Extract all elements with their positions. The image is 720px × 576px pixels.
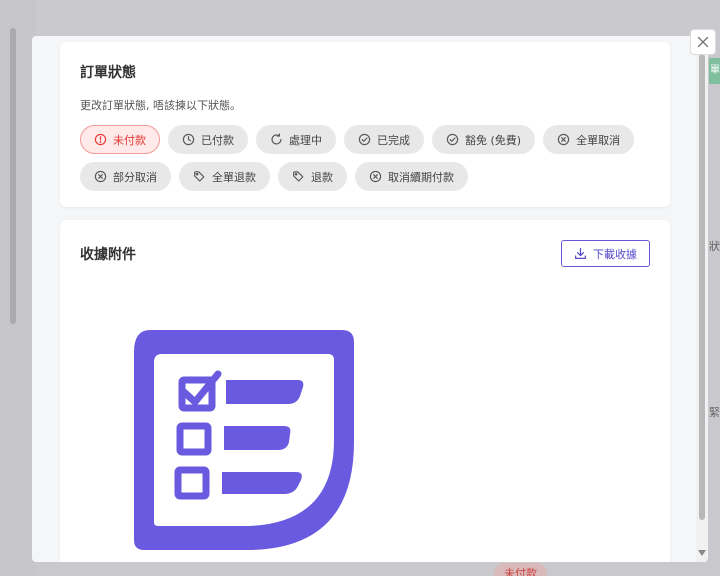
scroll-down-arrow-icon[interactable] (698, 550, 706, 556)
close-icon (697, 36, 709, 48)
background-header (36, 0, 720, 36)
background-sidebar (0, 0, 36, 576)
status-option[interactable]: 未付款 (80, 125, 160, 154)
x-circle-icon (557, 133, 570, 146)
close-modal-button[interactable] (690, 29, 716, 55)
receipt-title: 收據附件 (80, 246, 136, 263)
status-option-label: 處理中 (289, 133, 322, 147)
status-option[interactable]: 已完成 (344, 125, 424, 154)
background-text-fragment: 緊 (709, 406, 720, 419)
status-option-label: 退款 (311, 170, 333, 184)
background-scrollbar (10, 28, 16, 324)
refresh-icon (271, 133, 282, 145)
status-option-label: 已完成 (377, 133, 410, 147)
status-options: 未付款 已付款 處理中 已完成 豁免 (免費) 全單取消部分取消 全單退款 退款 取消續期付款 (80, 125, 640, 191)
clock-icon (182, 133, 195, 146)
status-option-label: 豁免 (免費) (465, 133, 522, 147)
alert-circle-icon (94, 133, 107, 146)
status-option[interactable]: 全單退款 (179, 162, 270, 191)
background-text-fragment: 狀 (709, 240, 720, 253)
status-option[interactable]: 退款 (278, 162, 347, 191)
status-option-label: 部分取消 (113, 170, 157, 184)
status-option[interactable]: 部分取消 (80, 162, 171, 191)
order-status-modal: 訂單狀態 更改訂單狀態, 唔該揀以下狀態。 未付款 已付款 處理中 已完成 豁免 (免費… (32, 36, 708, 562)
order-status-description: 更改訂單狀態, 唔該揀以下狀態。 (80, 99, 241, 112)
check-circle-icon (446, 133, 459, 146)
checklist-icon (134, 330, 354, 550)
check-circle-icon (358, 133, 371, 146)
order-status-card: 訂單狀態 更改訂單狀態, 唔該揀以下狀態。 未付款 已付款 處理中 已完成 豁免 (免費… (60, 42, 670, 207)
x-circle-icon (94, 170, 107, 183)
status-option[interactable]: 全單取消 (543, 125, 635, 154)
background-status-badge: 未付款 (494, 563, 547, 576)
receipt-header: 收據附件 下載收據 (80, 240, 650, 267)
status-option-label: 未付款 (113, 133, 146, 147)
modal-scrollbar[interactable] (696, 36, 708, 562)
status-option[interactable]: 取消續期付款 (355, 162, 468, 191)
tag-icon (194, 171, 205, 182)
download-icon (575, 248, 586, 259)
status-option-label: 已付款 (201, 133, 234, 147)
status-option[interactable]: 豁免 (免費) (432, 125, 536, 154)
modal-scroll-thumb[interactable] (699, 54, 705, 520)
tag-icon (293, 171, 304, 182)
status-option-label: 全單退款 (212, 170, 256, 184)
download-receipt-button[interactable]: 下載收據 (561, 240, 650, 267)
download-receipt-label: 下載收據 (593, 247, 637, 261)
status-option-label: 全單取消 (576, 133, 621, 147)
status-option[interactable]: 處理中 (256, 125, 336, 154)
receipt-card: 收據附件 下載收據 (60, 220, 670, 562)
x-circle-icon (369, 170, 382, 183)
background-tab: 單 (709, 58, 720, 84)
order-status-title: 訂單狀態 (80, 65, 136, 81)
status-option[interactable]: 已付款 (168, 125, 248, 154)
status-option-label: 取消續期付款 (388, 170, 454, 184)
